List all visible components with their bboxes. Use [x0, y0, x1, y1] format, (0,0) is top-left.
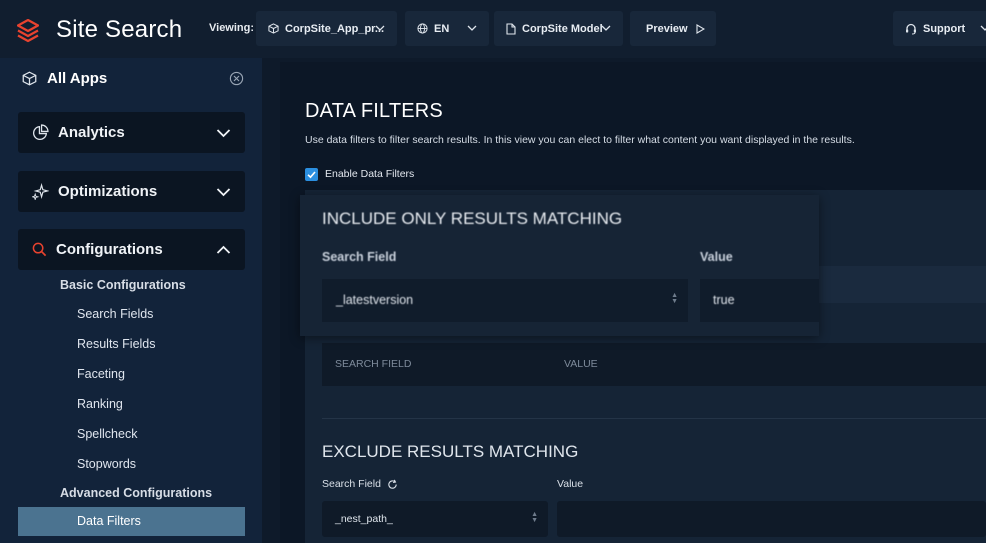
close-circle-icon[interactable] [229, 71, 244, 91]
chevron-down-icon [980, 23, 986, 35]
all-apps-label: All Apps [47, 70, 108, 87]
include-section-title: INCLUDE ONLY RESULTS MATCHING [322, 209, 623, 228]
sidebar-item-faceting[interactable]: Faceting [77, 367, 125, 381]
column-header-value: VALUE [564, 358, 598, 370]
sidebar-item-optimizations[interactable]: Optimizations [18, 171, 245, 212]
chevron-down-icon [601, 23, 611, 35]
include-search-field-select[interactable]: _latestversion ▲ ▼ [322, 279, 688, 322]
chevron-down-icon [216, 184, 231, 202]
sort-arrows-icon: ▲ ▼ [531, 511, 538, 524]
chevron-up-icon [216, 242, 231, 260]
headset-icon [905, 23, 917, 35]
exclude-search-field-value: _nest_path_ [335, 513, 393, 525]
app-selector-dropdown[interactable]: CorpSite_App_pr... [256, 11, 397, 46]
globe-icon [417, 23, 428, 34]
model-label: CorpSite Model [522, 22, 603, 35]
sidebar-item-stopwords[interactable]: Stopwords [77, 457, 136, 471]
exclude-search-field-select[interactable]: _nest_path_ ▲ ▼ [322, 501, 548, 537]
column-header-search-field: SEARCH FIELD [335, 358, 412, 370]
sidebar-item-results-fields[interactable]: Results Fields [77, 337, 156, 351]
sidebar-item-configurations[interactable]: Configurations [18, 229, 245, 270]
document-icon [506, 22, 516, 35]
chevron-down-icon [375, 23, 385, 35]
exclude-section-title: EXCLUDE RESULTS MATCHING [322, 442, 579, 461]
language-label: EN [434, 22, 450, 35]
language-dropdown[interactable]: EN [405, 11, 489, 46]
include-value-text: true [713, 293, 735, 307]
exclude-value-input[interactable] [557, 501, 986, 537]
checkmark-icon [307, 171, 316, 179]
include-search-field-label: Search Field [322, 250, 397, 264]
page-description: Use data filters to filter search result… [305, 134, 855, 146]
basic-configurations-heading: Basic Configurations [60, 278, 186, 292]
preview-button[interactable]: Preview [630, 11, 716, 46]
advanced-configurations-heading: Advanced Configurations [60, 486, 213, 500]
include-table-header: SEARCH FIELD VALUE [322, 343, 986, 386]
sidebar-item-label: Optimizations [58, 183, 158, 200]
enable-data-filters-label: Enable Data Filters [325, 168, 415, 180]
sidebar-item-spellcheck[interactable]: Spellcheck [77, 427, 137, 441]
sort-arrows-icon: ▲ ▼ [671, 292, 678, 305]
enable-data-filters-checkbox[interactable] [305, 168, 318, 181]
cube-icon [268, 23, 279, 34]
search-icon [32, 242, 47, 257]
viewing-label: Viewing: [209, 22, 255, 34]
exclude-value-label: Value [557, 478, 584, 490]
cube-icon [22, 71, 37, 86]
include-value-label: Value [700, 250, 733, 264]
page-title: DATA FILTERS [305, 100, 443, 122]
support-label: Support [923, 22, 966, 35]
model-dropdown[interactable]: CorpSite Model [494, 11, 623, 46]
support-dropdown[interactable]: Support [893, 11, 986, 46]
site-search-logo-icon [17, 19, 39, 43]
app-title: Site Search [56, 16, 183, 43]
sidebar-item-label: Analytics [58, 124, 125, 141]
sidebar-item-search-fields[interactable]: Search Fields [77, 307, 153, 321]
section-divider [322, 418, 986, 419]
app-selector-label: CorpSite_App_pr... [285, 22, 385, 35]
sparkles-icon [32, 183, 49, 200]
play-icon [696, 23, 705, 34]
sidebar-item-ranking[interactable]: Ranking [77, 397, 123, 411]
chevron-down-icon [216, 125, 231, 143]
pie-chart-icon [32, 124, 49, 141]
sidebar-item-analytics[interactable]: Analytics [18, 112, 245, 153]
exclude-search-field-label: Search Field [322, 478, 398, 490]
sidebar-item-label: Configurations [56, 241, 163, 258]
preview-label: Preview [646, 22, 688, 35]
include-value-input[interactable]: true [700, 279, 819, 322]
all-apps-link[interactable]: All Apps [22, 70, 107, 87]
sidebar-item-label: Data Filters [77, 514, 141, 528]
chevron-down-icon [467, 23, 477, 35]
refresh-icon[interactable] [387, 479, 398, 490]
include-search-field-value: _latestversion [336, 293, 414, 307]
sidebar-item-data-filters[interactable]: Data Filters [18, 507, 245, 536]
exclude-search-field-label-text: Search Field [322, 478, 381, 490]
